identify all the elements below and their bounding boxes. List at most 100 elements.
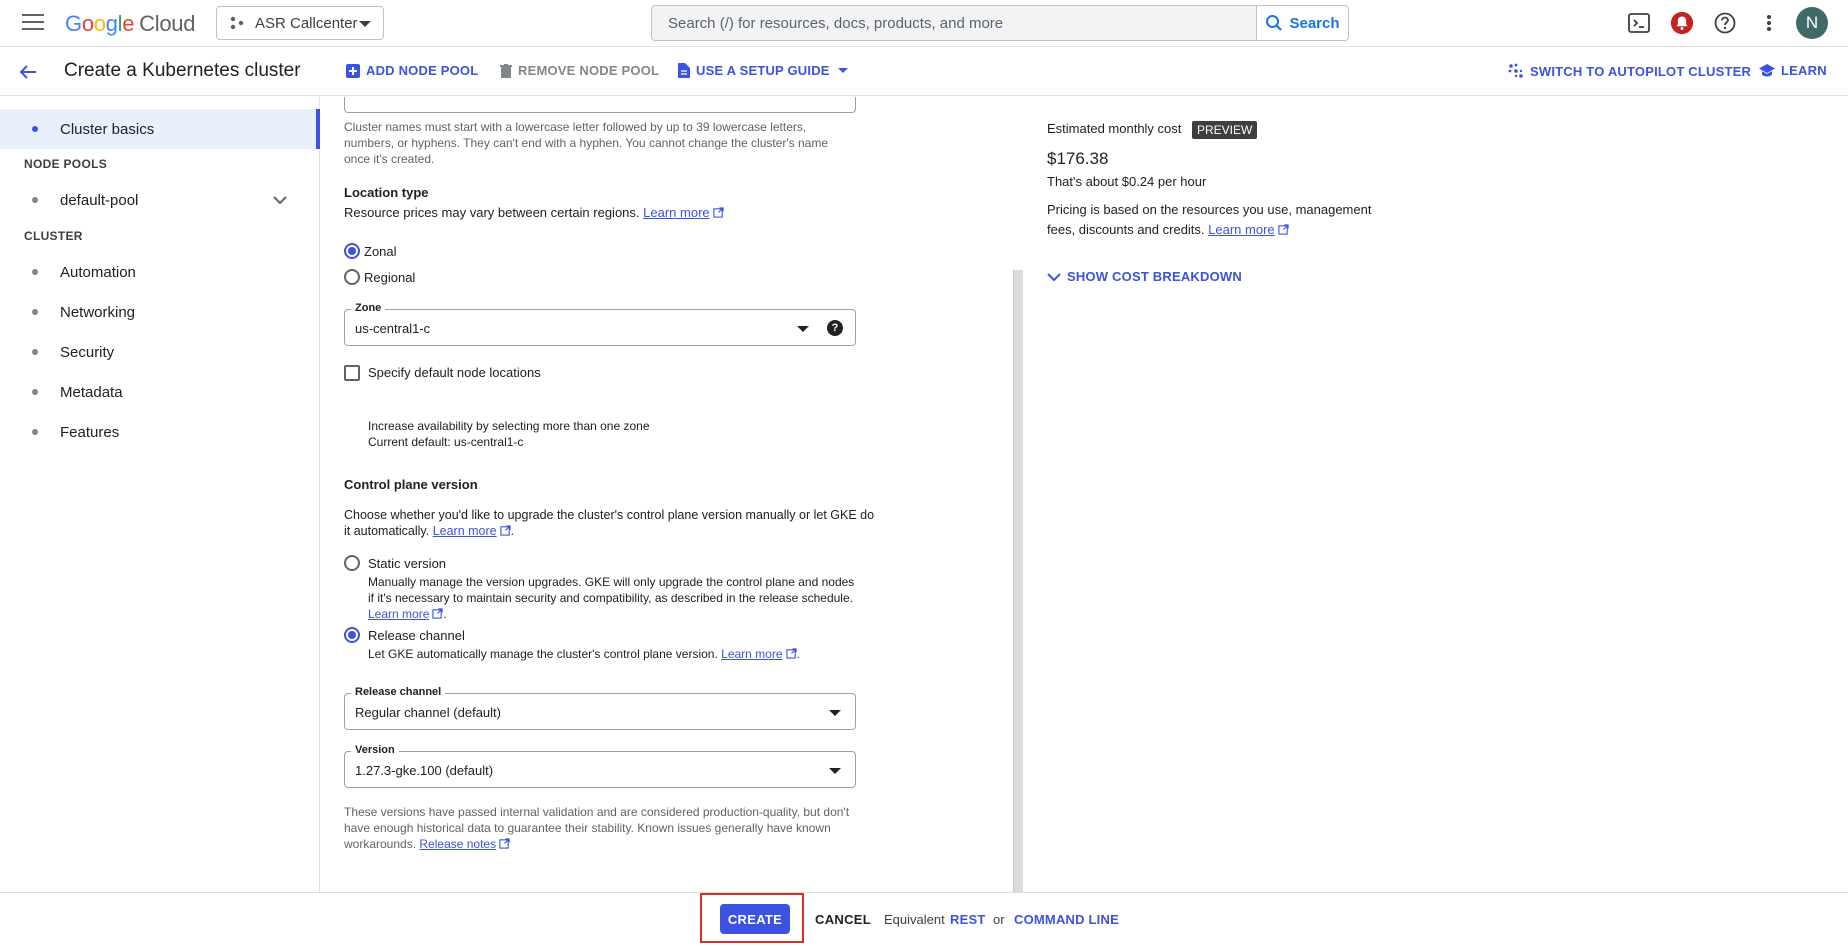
setup-guide-button[interactable]: USE A SETUP GUIDE <box>678 63 854 78</box>
add-node-pool-button[interactable]: ADD NODE POOL <box>346 63 478 78</box>
version-select[interactable]: Version 1.27.3-gke.100 (default) <box>344 744 856 788</box>
bottom-action-bar: CREATE CANCEL Equivalent REST or COMMAND… <box>0 892 1848 946</box>
school-icon <box>1759 63 1775 76</box>
pricing-note-2: fees, discounts and credits. Learn more <box>1047 220 1289 240</box>
document-icon <box>678 63 690 78</box>
notifications-icon[interactable] <box>1670 11 1694 35</box>
top-bar: GoogleCloud ASR Callcenter Search N <box>0 0 1848 47</box>
caret-down-icon <box>829 768 841 774</box>
caret-down-icon <box>359 21 371 27</box>
version-value: 1.27.3-gke.100 (default) <box>355 763 494 778</box>
bullet-icon <box>32 429 38 435</box>
sidebar-item-automation[interactable]: Automation <box>0 252 318 292</box>
project-name: ASR Callcenter <box>255 14 358 32</box>
autopilot-icon <box>1508 63 1523 78</box>
chevron-down-icon[interactable] <box>272 192 288 208</box>
help-icon[interactable] <box>1713 11 1737 35</box>
search-button[interactable]: Search <box>1256 5 1349 41</box>
sidebar-item-cluster-basics[interactable]: Cluster basics <box>0 109 320 149</box>
rest-link[interactable]: REST <box>950 912 985 927</box>
pricing-note-1: Pricing is based on the resources you us… <box>1047 202 1372 217</box>
static-version-radio[interactable] <box>344 555 360 571</box>
static-version-label: Static version <box>368 556 447 571</box>
sidebar: Cluster basics NODE POOLS default-pool C… <box>0 97 320 892</box>
menu-icon[interactable] <box>22 14 44 30</box>
estimated-cost-label: Estimated monthly cost <box>1047 121 1182 136</box>
sidebar-item-features[interactable]: Features <box>0 412 318 452</box>
switch-autopilot-button[interactable]: SWITCH TO AUTOPILOT CLUSTER <box>1508 63 1751 79</box>
specify-nodes-checkbox[interactable] <box>344 365 360 381</box>
scrollbar[interactable] <box>1013 270 1023 892</box>
sidebar-item-security[interactable]: Security <box>0 332 318 372</box>
add-box-icon <box>346 63 360 78</box>
release-channel-select[interactable]: Release channel Regular channel (default… <box>344 686 856 730</box>
release-channel-radio[interactable] <box>344 627 360 643</box>
learn-button[interactable]: LEARN <box>1759 63 1827 78</box>
availability-hint: Increase availability by selecting more … <box>368 419 650 449</box>
sidebar-item-networking[interactable]: Networking <box>0 292 318 332</box>
zone-value: us-central1-c <box>355 321 431 336</box>
help-icon[interactable]: ? <box>827 320 843 336</box>
open-in-new-icon <box>432 608 444 619</box>
caret-down-icon <box>837 67 848 73</box>
hourly-price: That's about $0.24 per hour <box>1047 174 1207 189</box>
regional-label: Regional <box>364 270 416 285</box>
bullet-icon <box>32 269 38 275</box>
cluster-name-hint: Cluster names must start with a lowercas… <box>344 120 829 166</box>
back-arrow-icon[interactable] <box>16 60 40 84</box>
versions-note: These versions have passed internal vali… <box>344 805 850 851</box>
monthly-price: $176.38 <box>1047 149 1109 168</box>
version-label: Version <box>351 744 399 756</box>
learn-more-link[interactable]: Learn more <box>643 205 709 220</box>
project-selector[interactable]: ASR Callcenter <box>216 6 384 40</box>
remove-node-pool-button[interactable]: REMOVE NODE POOL <box>500 63 659 78</box>
show-cost-breakdown-button[interactable]: SHOW COST BREAKDOWN <box>1047 269 1242 284</box>
release-channel-label: Release channel <box>368 628 465 643</box>
cancel-button[interactable]: CANCEL <box>815 912 871 927</box>
open-in-new-icon <box>785 648 797 659</box>
node-pools-heading: NODE POOLS <box>24 157 108 171</box>
command-line-link[interactable]: COMMAND LINE <box>1014 912 1119 927</box>
learn-more-link[interactable]: Learn more <box>721 647 782 661</box>
zonal-label: Zonal <box>364 244 397 259</box>
main-form: cluster-1 Cluster names must start with … <box>320 97 1022 892</box>
bullet-icon <box>32 197 38 203</box>
control-plane-title: Control plane version <box>344 477 478 492</box>
search-input[interactable] <box>652 6 1256 40</box>
control-plane-desc: Choose whether you'd like to upgrade the… <box>344 508 875 538</box>
page-title: Create a Kubernetes cluster <box>64 60 301 81</box>
page-header: Create a Kubernetes cluster ADD NODE POO… <box>0 48 1848 96</box>
learn-more-link[interactable]: Learn more <box>1208 222 1274 237</box>
open-in-new-icon <box>500 525 511 536</box>
zonal-radio[interactable] <box>344 243 360 259</box>
caret-down-icon <box>797 326 809 332</box>
bullet-icon <box>32 389 38 395</box>
specify-nodes-label: Specify default node locations <box>368 365 541 380</box>
cloud-shell-icon[interactable] <box>1627 11 1651 35</box>
sidebar-item-default-pool[interactable]: default-pool <box>0 180 318 220</box>
more-vert-icon[interactable] <box>1757 11 1781 35</box>
regional-radio[interactable] <box>344 269 360 285</box>
equivalent-label: Equivalent <box>884 912 945 927</box>
zone-select[interactable]: Zone us-central1-c ? <box>344 302 856 346</box>
preview-badge: PREVIEW <box>1192 121 1258 139</box>
open-in-new-icon <box>713 207 724 218</box>
release-notes-link[interactable]: Release notes <box>419 837 496 851</box>
release-channel-value: Regular channel (default) <box>355 705 501 720</box>
sidebar-item-metadata[interactable]: Metadata <box>0 372 318 412</box>
bullet-icon <box>32 309 38 315</box>
delete-icon <box>500 63 512 78</box>
static-version-desc: Manually manage the version upgrades. GK… <box>368 575 855 621</box>
google-cloud-logo[interactable]: Google Cloud <box>65 11 195 37</box>
cluster-name-field[interactable]: cluster-1 <box>344 97 856 113</box>
learn-more-link[interactable]: Learn more <box>433 524 497 538</box>
release-channel-field-label: Release channel <box>351 686 446 698</box>
search-icon <box>1266 15 1283 31</box>
create-button[interactable]: CREATE <box>720 904 790 934</box>
location-type-title: Location type <box>344 185 429 200</box>
avatar[interactable]: N <box>1796 7 1828 39</box>
zone-label: Zone <box>351 302 386 314</box>
learn-more-link[interactable]: Learn more <box>368 607 429 621</box>
bullet-icon <box>32 349 38 355</box>
chevron-down-icon <box>1047 272 1061 281</box>
